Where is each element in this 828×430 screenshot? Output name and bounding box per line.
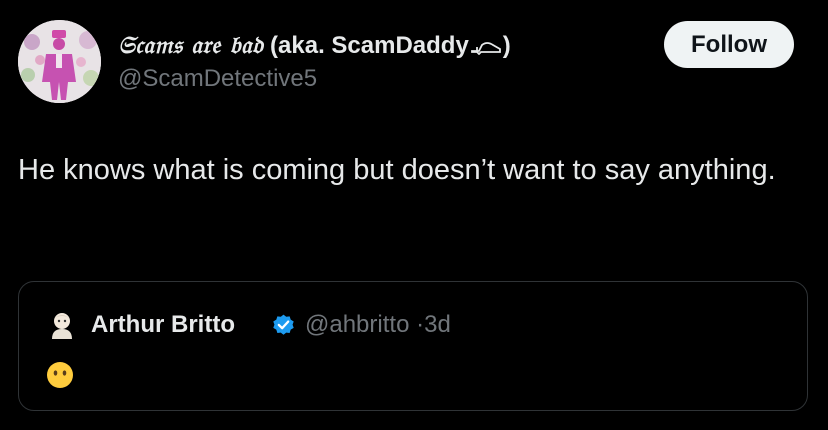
display-name-rest-text: (aka. ScamDaddy [263, 32, 469, 59]
author-display-name[interactable]: 𝔖𝔠𝔞𝔪𝔰 𝔞𝔯𝔢 𝔟𝔞𝔡 (aka. ScamDaddy ) [118, 28, 511, 63]
author-avatar[interactable] [18, 20, 101, 103]
quoted-meta: @ahbritto ·3d [305, 308, 451, 342]
display-name-end-text: ) [502, 32, 511, 59]
quoted-author-name[interactable]: Arthur Britto [91, 308, 235, 342]
pink-suit-person-avatar [18, 20, 101, 103]
follow-button[interactable]: Follow [664, 21, 794, 68]
face-without-mouth-emoji [47, 362, 73, 388]
display-name-fancy-text: 𝔖𝔠𝔞𝔪𝔰 𝔞𝔯𝔢 𝔟𝔞𝔡 [118, 30, 264, 59]
meta-separator: · [416, 311, 425, 338]
tweet-text: He knows what is coming but doesn’t want… [18, 154, 776, 186]
quoted-time[interactable]: 3d [424, 311, 451, 338]
verified-badge-icon [273, 314, 294, 335]
quoted-handle[interactable]: @ahbritto [305, 311, 409, 338]
quoted-tweet-card[interactable]: Arthur Britto @ahbritto ·3d [18, 281, 808, 411]
high-heel-icon [470, 42, 501, 56]
cartoon-avatar-icon [52, 313, 72, 339]
author-username[interactable]: @ScamDetective5 [118, 63, 317, 95]
